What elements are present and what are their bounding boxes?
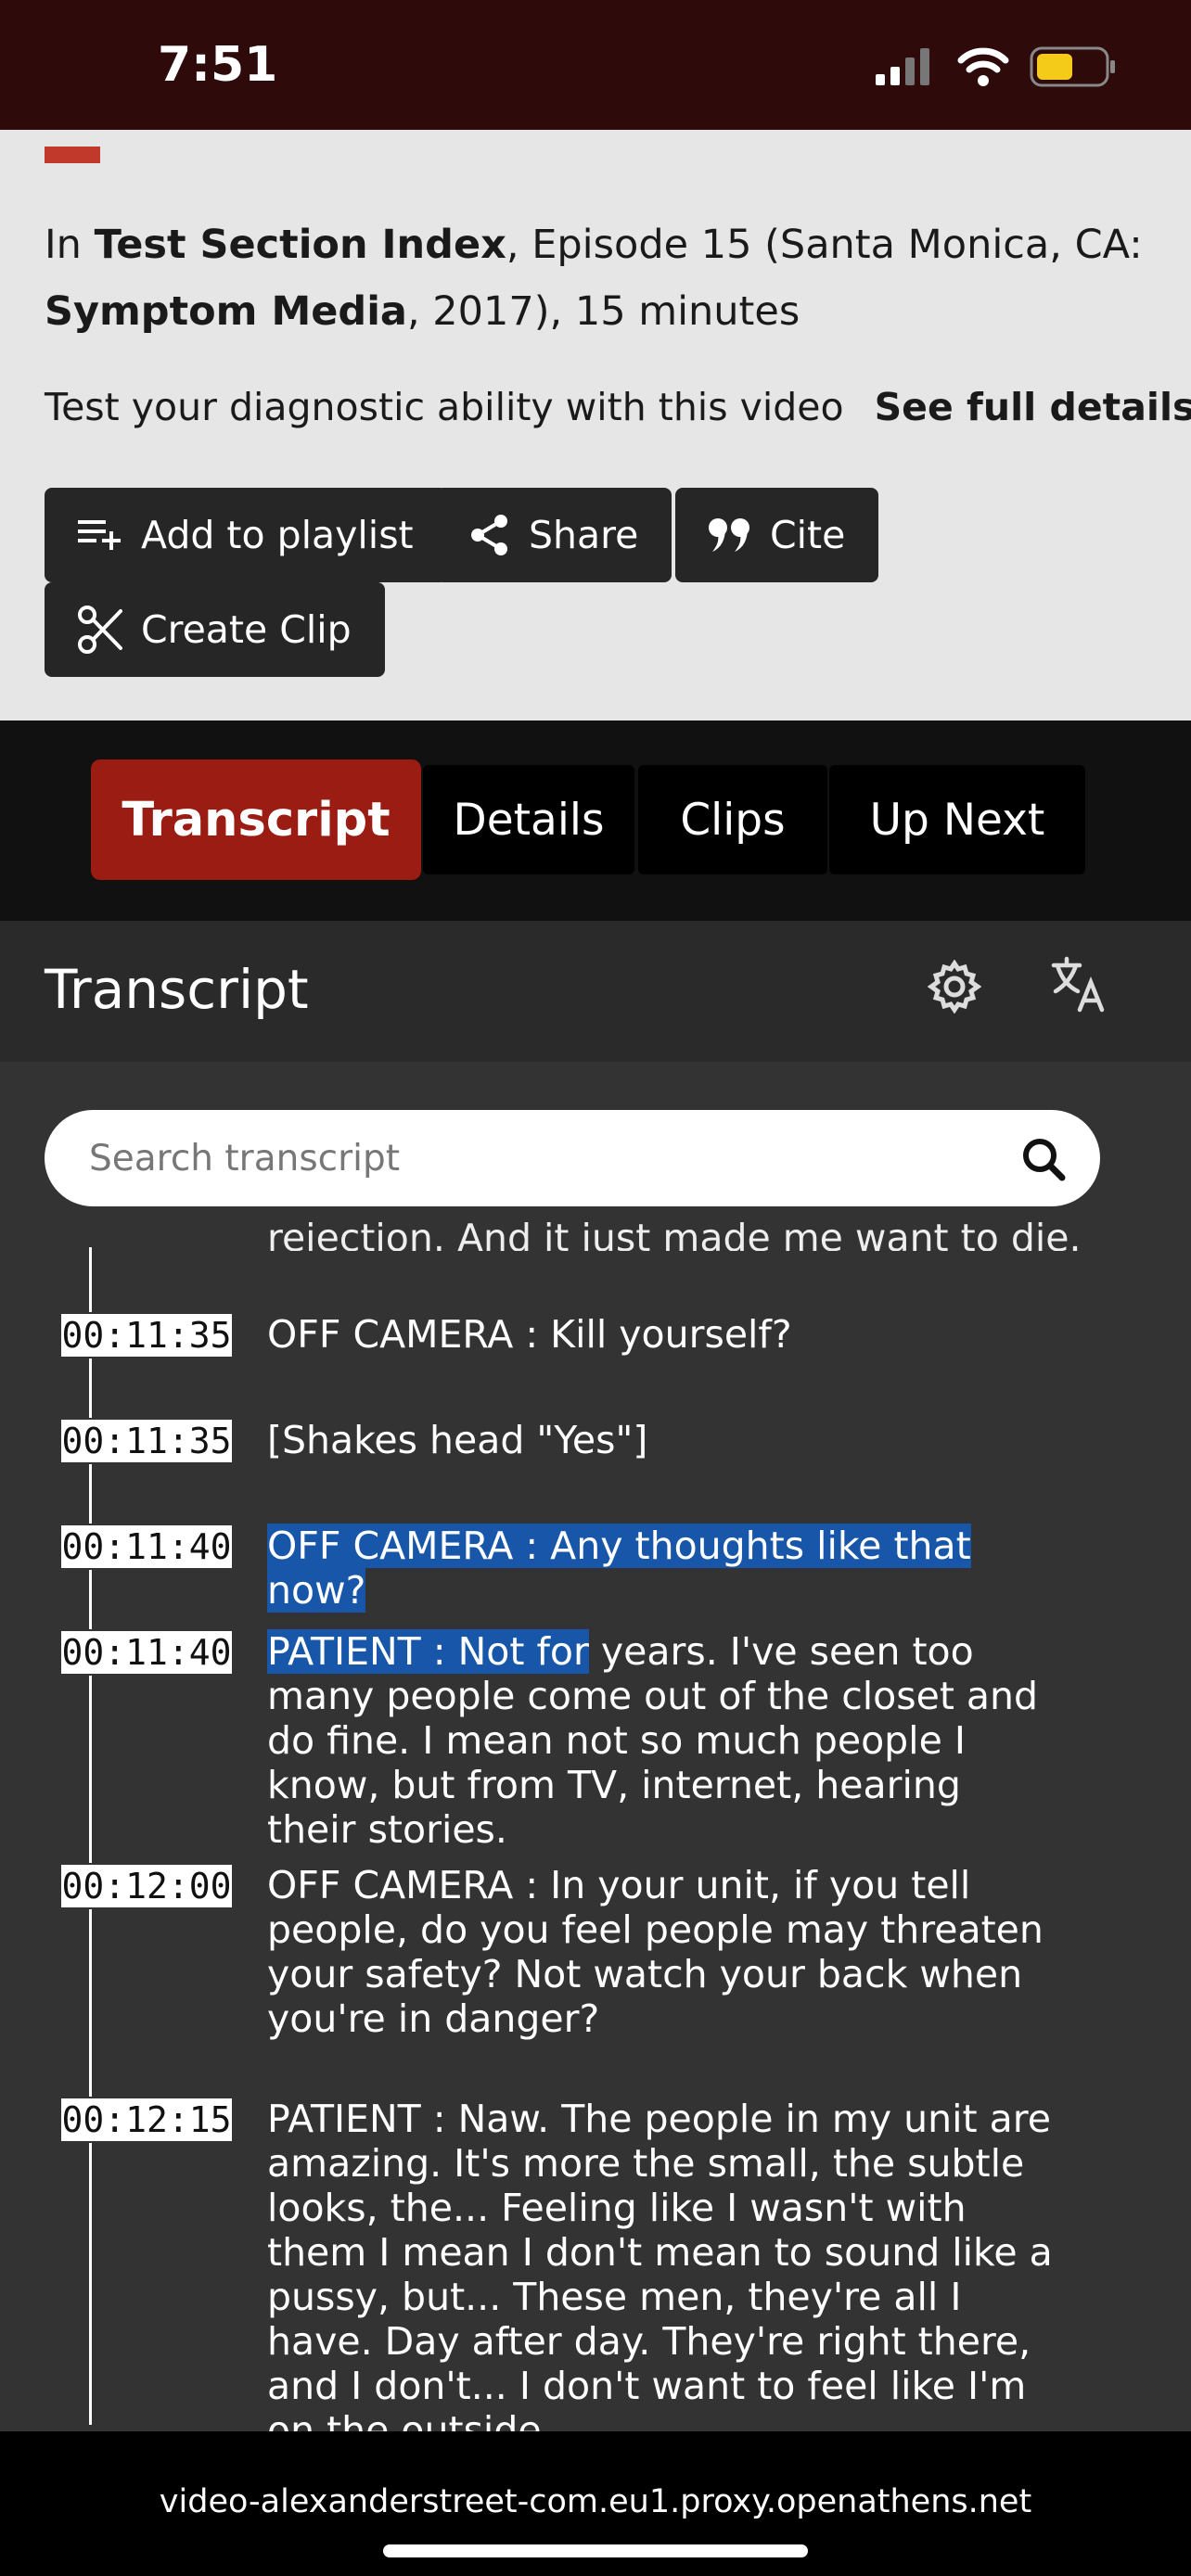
gear-icon[interactable] [928,960,981,1014]
description: Test your diagnostic ability with this v… [45,385,844,429]
transcript-text[interactable]: OFF CAMERA : Kill yourself? [267,1312,1056,1357]
citation-suffix: , 2017), 15 minutes [406,288,800,335]
status-bar: 7:51 [0,0,1191,130]
cellular-signal-icon [876,48,929,85]
cite-button[interactable]: Cite [675,488,879,582]
tab-bar: Transcript Details Clips Up Next [0,721,1191,921]
transcript-text[interactable]: OFF CAMERA : Any thoughts like that now? [267,1524,1056,1613]
translate-icon[interactable] [1050,956,1108,1014]
add-to-playlist-button[interactable]: Add to playlist [45,488,447,582]
search-icon[interactable] [1020,1136,1067,1182]
transcript-text[interactable]: [Shakes head "Yes"] [267,1418,1056,1462]
transcript-title: Transcript [45,958,309,1021]
quote-icon [709,518,749,552]
share-button[interactable]: Share [436,488,672,582]
transcript-text[interactable]: PATIENT : Naw. The people in my unit are… [267,2097,1056,2431]
tab-up-next[interactable]: Up Next [829,765,1085,874]
status-time: 7:51 [158,37,278,93]
citation: In Test Section Index, Episode 15 (Santa… [45,211,1158,345]
home-indicator[interactable] [383,2544,808,2557]
accent-bar [45,147,100,163]
citation-episode: , Episode 15 (Santa Monica, CA: [506,222,1143,268]
highlighted-text: PATIENT : Not for [267,1629,589,1674]
tab-transcript[interactable]: Transcript [91,759,421,880]
url-bar[interactable]: video-alexanderstreet-com.eu1.proxy.open… [0,2483,1191,2520]
timestamp[interactable]: 00:11:40 [59,1629,234,1676]
create-clip-button[interactable]: Create Clip [45,582,385,677]
create-clip-label: Create Clip [141,607,352,652]
transcript-panel: rejection. And it just made me want to d… [0,1062,1191,2431]
timestamp[interactable]: 00:11:40 [59,1524,234,1570]
share-icon [471,515,507,555]
search-bar [45,1110,1100,1206]
share-label: Share [529,513,639,557]
tab-clips[interactable]: Clips [638,765,827,874]
search-transcript-input[interactable] [89,1110,980,1206]
transcript-text[interactable]: PATIENT : Not for years. I've seen too m… [267,1629,1056,1852]
wifi-icon [957,47,1009,86]
transcript-text[interactable]: OFF CAMERA : In your unit, if you tell p… [267,1863,1056,2041]
status-icons [874,46,1117,87]
battery-icon [1030,46,1115,87]
description-row: Test your diagnostic ability with this v… [45,385,1191,429]
transcript-header: Transcript [0,921,1191,1062]
timestamp[interactable]: 00:12:00 [59,1863,234,1909]
scissors-icon [78,606,122,654]
citation-prefix: In [45,222,95,268]
timestamp[interactable]: 00:12:15 [59,2097,234,2143]
browser-bottom-bar: video-alexanderstreet-com.eu1.proxy.open… [0,2431,1191,2576]
timestamp[interactable]: 00:11:35 [59,1312,234,1358]
playlist-add-icon [78,520,121,550]
see-full-details-link[interactable]: See full details [875,385,1191,429]
highlighted-text: OFF CAMERA : Any thoughts like that now? [267,1524,971,1613]
add-to-playlist-label: Add to playlist [141,513,414,557]
series-title: Test Section Index [94,222,506,268]
transcript-line-partial: rejection. And it just made me want to d… [267,1219,1082,1251]
cite-label: Cite [770,513,846,557]
tab-details[interactable]: Details [423,765,634,874]
timestamp[interactable]: 00:11:35 [59,1418,234,1464]
video-info-section: In Test Section Index, Episode 15 (Santa… [0,130,1191,721]
publisher: Symptom Media [45,288,407,335]
